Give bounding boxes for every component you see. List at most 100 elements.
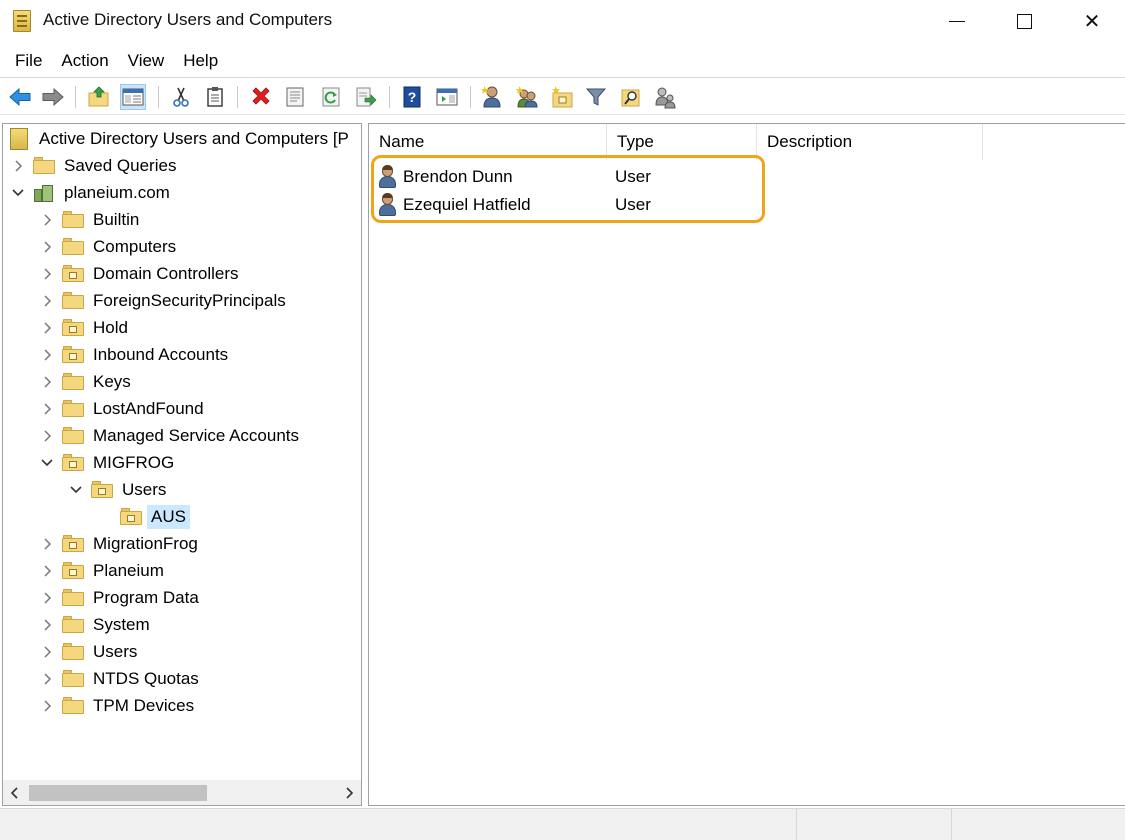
tree-expander[interactable]	[40, 348, 54, 362]
tree-item[interactable]: MigrationFrog	[40, 530, 198, 557]
menu-separator	[0, 77, 1125, 78]
new-ou-button[interactable]	[549, 84, 575, 110]
filter-button[interactable]	[583, 84, 609, 110]
tree-item[interactable]: System	[40, 611, 150, 638]
tree-expander[interactable]	[40, 618, 54, 632]
refresh-button[interactable]	[318, 84, 344, 110]
toolbar-separator	[470, 86, 471, 108]
tree-item[interactable]: Builtin	[40, 206, 139, 233]
cut-button[interactable]	[168, 84, 194, 110]
tree-expander[interactable]	[40, 429, 54, 443]
ou-folder-icon	[62, 535, 84, 552]
tree-expander[interactable]	[40, 591, 54, 605]
tree-item[interactable]: ForeignSecurityPrincipals	[40, 287, 286, 314]
menu-help[interactable]: Help	[176, 51, 225, 71]
tree-expander[interactable]	[40, 537, 54, 551]
tree-item[interactable]: LostAndFound	[40, 395, 204, 422]
show-action-pane-button[interactable]	[434, 84, 460, 110]
tree-item[interactable]: Hold	[40, 314, 128, 341]
tree-expander[interactable]	[40, 375, 54, 389]
list-item[interactable]: Ezequiel Hatfield User	[377, 190, 765, 219]
tree-item[interactable]: Computers	[40, 233, 176, 260]
new-group-button[interactable]	[514, 84, 540, 110]
column-header-type[interactable]: Type	[607, 124, 757, 160]
help-button[interactable]: ?	[399, 84, 425, 110]
forward-button[interactable]	[40, 84, 66, 110]
chevron-right-icon	[44, 294, 52, 307]
tree-item[interactable]: Keys	[40, 368, 131, 395]
tree-root[interactable]: Active Directory Users and Computers [P	[10, 125, 349, 152]
column-header-name[interactable]: Name	[369, 124, 607, 160]
tree-item[interactable]: TPM Devices	[40, 692, 194, 719]
add-to-group-button[interactable]	[652, 84, 678, 110]
tree-expander[interactable]	[40, 402, 54, 416]
tree-expander[interactable]	[40, 645, 54, 659]
console-tree[interactable]: Active Directory Users and Computers [P S…	[2, 123, 362, 806]
ou-folder-icon	[62, 562, 84, 579]
results-list[interactable]: Name Type Description Brendon Dunn User …	[368, 123, 1125, 806]
menu-file[interactable]: File	[8, 51, 49, 71]
menu-action[interactable]: Action	[54, 51, 115, 71]
menu-view[interactable]: View	[121, 51, 172, 71]
svg-text:?: ?	[408, 89, 417, 105]
tree-expander[interactable]	[40, 672, 54, 686]
minimize-button[interactable]	[923, 0, 991, 42]
tree-expander[interactable]	[40, 456, 54, 470]
list-item[interactable]: Brendon Dunn User	[377, 162, 765, 191]
tree-item-label: Builtin	[93, 209, 140, 229]
tree-expander[interactable]	[40, 240, 54, 254]
tree-expander[interactable]	[11, 186, 25, 200]
close-button[interactable]: ✕	[1058, 0, 1125, 42]
scroll-right-button[interactable]	[337, 780, 361, 805]
export-list-button[interactable]	[353, 84, 379, 110]
tree-item[interactable]: Saved Queries	[11, 152, 176, 179]
delete-button[interactable]	[248, 84, 274, 110]
tree-item[interactable]: Program Data	[40, 584, 199, 611]
list-header: Name Type Description	[369, 124, 1125, 160]
show-console-tree-button[interactable]	[120, 84, 146, 110]
scroll-left-button[interactable]	[3, 780, 27, 805]
tree-item[interactable]: Planeium	[40, 557, 164, 584]
find-button[interactable]	[618, 84, 644, 110]
user-icon	[377, 164, 399, 189]
copy-button[interactable]	[202, 84, 228, 110]
ou-folder-icon	[62, 265, 84, 282]
toolbar: ?	[0, 80, 1125, 114]
back-button[interactable]	[7, 84, 33, 110]
tree-item-label: Saved Queries	[64, 155, 177, 175]
folder-icon	[62, 238, 84, 255]
tree-item-label: LostAndFound	[93, 398, 204, 418]
tree-item[interactable]: planeium.com	[11, 179, 170, 206]
tree-item[interactable]: Users	[69, 476, 166, 503]
tree-item[interactable]: AUS	[98, 503, 190, 530]
column-header-description[interactable]: Description	[757, 124, 983, 160]
tree-expander[interactable]	[40, 213, 54, 227]
tree-expander[interactable]	[69, 483, 83, 497]
folder-icon	[62, 643, 84, 660]
up-one-level-button[interactable]	[86, 84, 112, 110]
toolbar-separator	[389, 86, 390, 108]
tree-item[interactable]: MIGFROG	[40, 449, 174, 476]
tree-horizontal-scrollbar[interactable]	[3, 780, 361, 805]
scroll-thumb[interactable]	[29, 785, 207, 801]
tree-expander[interactable]	[40, 321, 54, 335]
copy-icon	[207, 87, 223, 107]
tree-item-label: ForeignSecurityPrincipals	[93, 290, 286, 310]
tree-item[interactable]: Inbound Accounts	[40, 341, 228, 368]
tree-expander[interactable]	[40, 294, 54, 308]
tree-item[interactable]: NTDS Quotas	[40, 665, 199, 692]
tree-item[interactable]: Users	[40, 638, 137, 665]
tree-expander[interactable]	[40, 267, 54, 281]
filter-icon	[585, 88, 607, 106]
new-user-button[interactable]	[479, 84, 505, 110]
maximize-button[interactable]	[990, 0, 1058, 42]
tree-expander[interactable]	[40, 564, 54, 578]
properties-button[interactable]	[282, 84, 308, 110]
tree-expander[interactable]	[11, 159, 25, 173]
tree-expander[interactable]	[40, 699, 54, 713]
tree-item-label: Planeium	[93, 560, 164, 580]
tree-item[interactable]: Managed Service Accounts	[40, 422, 299, 449]
tree-item[interactable]: Domain Controllers	[40, 260, 239, 287]
user-type: User	[615, 166, 651, 186]
up-folder-icon	[88, 86, 109, 107]
